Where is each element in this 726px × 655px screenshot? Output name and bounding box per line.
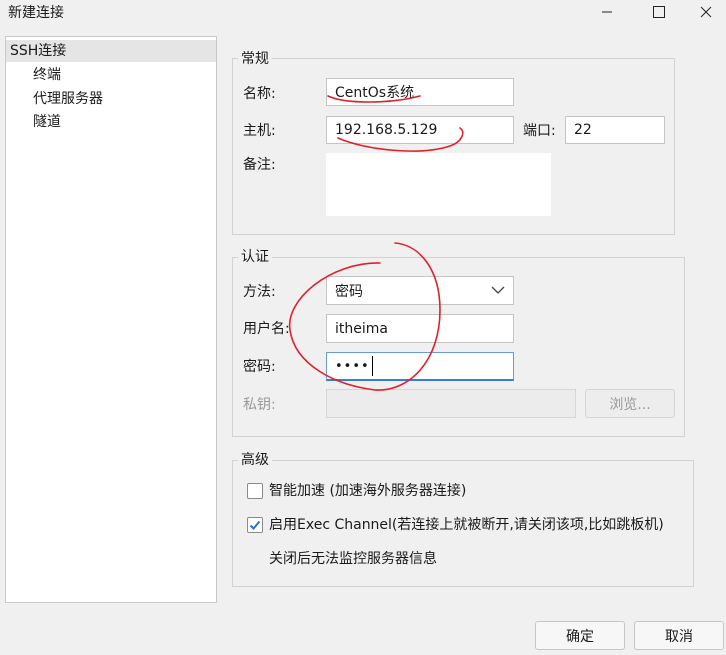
username-label: 用户名: xyxy=(243,321,290,337)
tree-item-label: 代理服务器 xyxy=(33,91,103,107)
method-select-value: 密码 xyxy=(335,283,363,300)
name-input-value: CentOs系统 xyxy=(335,85,415,101)
exec-channel-note: 关闭后无法监控服务器信息 xyxy=(269,551,437,567)
settings-tree: SSH连接 终端 代理服务器 隧道 xyxy=(5,36,217,603)
ok-button[interactable]: 确定 xyxy=(535,621,625,650)
window-title: 新建连接 xyxy=(8,5,64,21)
minimize-icon xyxy=(602,11,612,13)
maximize-button[interactable] xyxy=(639,0,679,24)
note-label: 备注: xyxy=(243,157,276,173)
host-label: 主机: xyxy=(243,123,276,139)
username-input-value: itheima xyxy=(335,320,388,337)
tree-item-tunnel[interactable]: 隧道 xyxy=(33,111,61,133)
method-label: 方法: xyxy=(243,284,276,300)
close-button[interactable] xyxy=(686,0,726,24)
private-key-label: 私钥: xyxy=(243,397,276,413)
password-mask: •••• xyxy=(335,358,370,374)
note-textarea[interactable] xyxy=(326,153,551,216)
maximize-icon xyxy=(653,6,665,18)
minimize-button[interactable] xyxy=(587,0,627,24)
tree-item-ssh[interactable]: SSH连接 xyxy=(6,40,216,62)
cancel-button[interactable]: 取消 xyxy=(634,621,724,650)
name-input[interactable]: CentOs系统 xyxy=(326,78,514,106)
auth-group-title: 认证 xyxy=(238,248,272,266)
tree-item-proxy[interactable]: 代理服务器 xyxy=(33,88,103,110)
accel-checkbox[interactable] xyxy=(247,483,263,499)
name-label: 名称: xyxy=(243,86,276,102)
exec-channel-checkbox[interactable] xyxy=(247,517,263,533)
advanced-group-title: 高级 xyxy=(238,451,272,469)
browse-button[interactable]: 浏览... xyxy=(585,389,675,418)
cancel-button-label: 取消 xyxy=(665,628,693,645)
browse-button-label: 浏览... xyxy=(609,396,651,413)
text-caret xyxy=(371,356,373,376)
accel-label: 智能加速 (加速海外服务器连接) xyxy=(269,483,467,499)
exec-channel-label: 启用Exec Channel(若连接上就被断开,请关闭该项,比如跳板机) xyxy=(269,517,664,533)
username-input[interactable]: itheima xyxy=(326,314,514,343)
port-input[interactable]: 22 xyxy=(565,116,665,144)
chevron-down-icon xyxy=(491,286,505,294)
checkmark-icon xyxy=(249,520,261,530)
general-group-title: 常规 xyxy=(238,50,272,68)
tree-item-label: SSH连接 xyxy=(10,43,67,59)
password-input[interactable]: •••• xyxy=(326,352,514,381)
tree-item-terminal[interactable]: 终端 xyxy=(33,64,61,86)
tree-item-label: 隧道 xyxy=(33,114,61,130)
private-key-input[interactable] xyxy=(326,389,576,418)
host-input[interactable]: 192.168.5.129 xyxy=(326,116,514,144)
port-label: 端口: xyxy=(523,123,556,139)
host-input-value: 192.168.5.129 xyxy=(335,122,438,138)
method-select[interactable]: 密码 xyxy=(326,276,514,305)
tree-item-label: 终端 xyxy=(33,67,61,83)
ok-button-label: 确定 xyxy=(566,628,594,645)
port-input-value: 22 xyxy=(574,122,592,138)
password-label: 密码: xyxy=(243,359,276,375)
close-icon xyxy=(700,6,712,18)
